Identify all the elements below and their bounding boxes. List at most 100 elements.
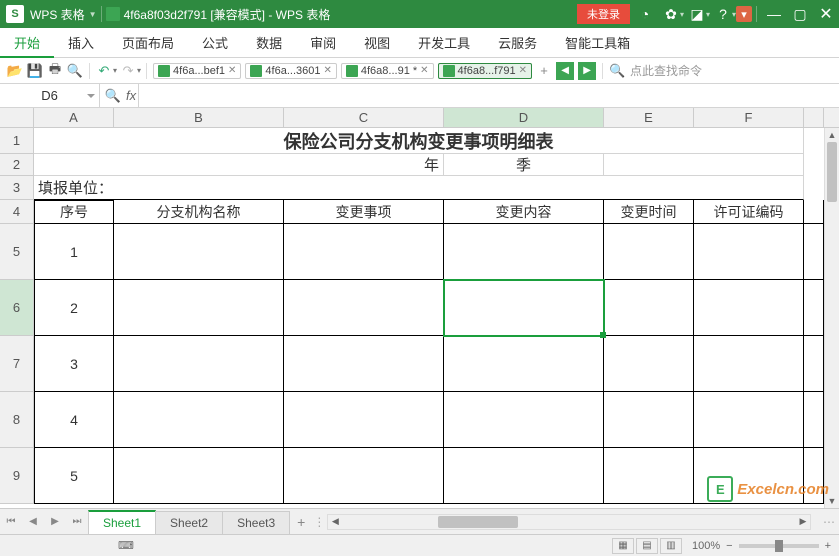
name-box[interactable]: D6 bbox=[0, 84, 100, 107]
fx-label[interactable]: fx bbox=[126, 88, 136, 103]
vertical-scrollbar[interactable]: ▲ ▼ bbox=[824, 128, 839, 508]
cell[interactable] bbox=[604, 224, 694, 280]
doc-tab[interactable]: 4f6a...3601 ✕ bbox=[245, 63, 336, 79]
cell[interactable] bbox=[604, 154, 804, 176]
sheet-last-icon[interactable]: ⏭ bbox=[66, 510, 88, 534]
undo-dropdown-icon[interactable]: ▾ bbox=[113, 66, 117, 75]
maximize-button[interactable]: ▢ bbox=[787, 1, 813, 27]
header-cell[interactable] bbox=[804, 200, 824, 224]
row-header[interactable]: 7 bbox=[0, 336, 34, 392]
redo-dropdown-icon[interactable]: ▾ bbox=[137, 66, 141, 75]
cell[interactable] bbox=[114, 448, 284, 504]
cell[interactable] bbox=[604, 336, 694, 392]
formula-input[interactable] bbox=[139, 84, 839, 107]
login-badge[interactable]: 未登录 bbox=[577, 4, 630, 24]
save-icon[interactable]: 💾 bbox=[26, 62, 44, 80]
cell[interactable] bbox=[694, 280, 804, 336]
scrollbar-thumb[interactable] bbox=[438, 516, 518, 528]
zoom-in-button[interactable]: + bbox=[825, 540, 831, 552]
search-hint[interactable]: 点此查找命令 bbox=[630, 62, 702, 79]
cell[interactable] bbox=[284, 336, 444, 392]
col-header[interactable]: D bbox=[444, 108, 604, 127]
cell[interactable] bbox=[604, 280, 694, 336]
cell[interactable] bbox=[444, 448, 604, 504]
splitter-handle[interactable]: ⋮ bbox=[313, 515, 319, 529]
cell[interactable] bbox=[284, 280, 444, 336]
cell[interactable]: 年 bbox=[34, 154, 444, 176]
cell[interactable]: 1 bbox=[34, 224, 114, 280]
view-break-button[interactable]: ▥ bbox=[660, 538, 682, 554]
cell[interactable] bbox=[804, 392, 824, 448]
menu-formula[interactable]: 公式 bbox=[188, 28, 242, 57]
cell[interactable]: 4 bbox=[34, 392, 114, 448]
tab-prev-button[interactable]: ◀ bbox=[556, 62, 574, 80]
sheet-next-icon[interactable]: ▶ bbox=[44, 510, 66, 534]
menu-start[interactable]: 开始 bbox=[0, 29, 54, 58]
col-header[interactable]: F bbox=[694, 108, 804, 127]
scrollbar-thumb[interactable] bbox=[827, 142, 837, 202]
cell[interactable] bbox=[114, 336, 284, 392]
cell[interactable]: 5 bbox=[34, 448, 114, 504]
new-tab-icon[interactable]: + bbox=[535, 62, 553, 80]
header-cell[interactable]: 分支机构名称 bbox=[114, 200, 284, 224]
col-header[interactable]: A bbox=[34, 108, 114, 127]
cell[interactable]: 填报单位： bbox=[34, 176, 804, 200]
menu-review[interactable]: 审阅 bbox=[296, 28, 350, 57]
sync-icon[interactable]: ◔ bbox=[632, 1, 658, 27]
row-header[interactable]: 9 bbox=[0, 448, 34, 504]
open-icon[interactable]: 📂 bbox=[6, 62, 24, 80]
redo-icon[interactable]: ↷ bbox=[119, 62, 137, 80]
sheet-tab[interactable]: Sheet1 bbox=[88, 510, 156, 534]
header-cell[interactable]: 序号 bbox=[34, 200, 114, 224]
sheet-first-icon[interactable]: ⏮ bbox=[0, 510, 22, 534]
ribbon-toggle-icon[interactable]: ▾ bbox=[736, 6, 752, 22]
row-header[interactable]: 6 bbox=[0, 280, 34, 336]
horizontal-scrollbar[interactable]: ◀ ▶ bbox=[327, 514, 811, 530]
tab-next-button[interactable]: ▶ bbox=[578, 62, 596, 80]
cell[interactable] bbox=[694, 336, 804, 392]
header-cell[interactable]: 变更内容 bbox=[444, 200, 604, 224]
sheet-prev-icon[interactable]: ◀ bbox=[22, 510, 44, 534]
sheet-tab[interactable]: Sheet3 bbox=[222, 511, 290, 534]
cell[interactable] bbox=[444, 224, 604, 280]
col-header[interactable]: E bbox=[604, 108, 694, 127]
add-sheet-button[interactable]: + bbox=[289, 510, 313, 534]
zoom-knob[interactable] bbox=[775, 540, 783, 552]
doc-tab[interactable]: 4f6a...bef1 ✕ bbox=[153, 63, 241, 79]
cell[interactable] bbox=[284, 392, 444, 448]
cell[interactable] bbox=[694, 224, 804, 280]
undo-icon[interactable]: ↶ bbox=[95, 62, 113, 80]
sheet-tab[interactable]: Sheet2 bbox=[155, 511, 223, 534]
cell[interactable]: 3 bbox=[34, 336, 114, 392]
row-header[interactable]: 5 bbox=[0, 224, 34, 280]
cell[interactable] bbox=[284, 224, 444, 280]
cell[interactable]: 2 bbox=[34, 280, 114, 336]
print-preview-icon[interactable]: 🔍 bbox=[66, 62, 84, 80]
menu-view[interactable]: 视图 bbox=[350, 28, 404, 57]
col-header[interactable]: C bbox=[284, 108, 444, 127]
cell[interactable] bbox=[804, 224, 824, 280]
col-header[interactable] bbox=[804, 108, 824, 127]
menu-dev-tools[interactable]: 开发工具 bbox=[404, 28, 484, 57]
print-icon[interactable]: 🖶 bbox=[46, 62, 64, 80]
view-page-button[interactable]: ▤ bbox=[636, 538, 658, 554]
cell[interactable] bbox=[284, 448, 444, 504]
search-icon[interactable]: 🔍 bbox=[608, 62, 626, 80]
row-header[interactable]: 2 bbox=[0, 154, 34, 176]
cell[interactable] bbox=[604, 392, 694, 448]
cell[interactable] bbox=[114, 280, 284, 336]
close-button[interactable]: ✕ bbox=[813, 1, 839, 27]
cell-title[interactable]: 保险公司分支机构变更事项明细表 bbox=[34, 128, 804, 154]
menu-smart-toolbox[interactable]: 智能工具箱 bbox=[551, 28, 644, 57]
cell[interactable] bbox=[444, 280, 604, 336]
spreadsheet-grid[interactable]: A B C D E F 1 2 3 4 5 6 7 8 9 保险公司分支机构变更… bbox=[0, 108, 839, 508]
scroll-right-icon[interactable]: ▶ bbox=[796, 515, 810, 529]
app-menu-dropdown-icon[interactable]: ▼ bbox=[89, 10, 97, 19]
zoom-out-button[interactable]: − bbox=[726, 540, 732, 552]
row-header[interactable]: 3 bbox=[0, 176, 34, 200]
select-all-corner[interactable] bbox=[0, 108, 34, 127]
scroll-up-icon[interactable]: ▲ bbox=[825, 128, 839, 142]
cell[interactable] bbox=[694, 392, 804, 448]
doc-tab-close-icon[interactable]: ✕ bbox=[420, 65, 428, 76]
doc-tab-close-icon[interactable]: ✕ bbox=[519, 65, 527, 76]
